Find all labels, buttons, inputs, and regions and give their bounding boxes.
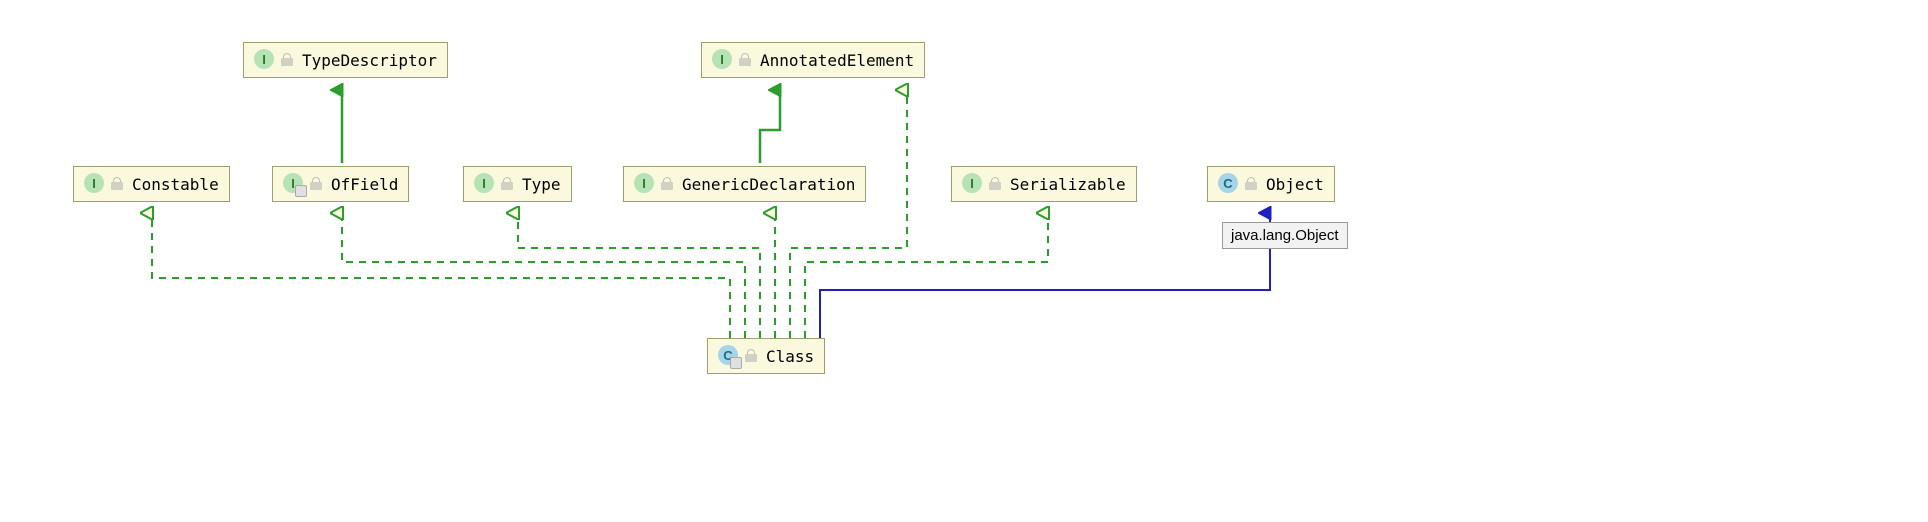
interface-icon: I <box>84 173 106 195</box>
node-label: Serializable <box>1010 175 1126 194</box>
node-type-descriptor[interactable]: I TypeDescriptor <box>243 42 448 78</box>
lock-icon <box>988 177 1002 191</box>
lock-icon <box>660 177 674 191</box>
interface-icon: I <box>283 173 305 195</box>
node-label: OfField <box>331 175 398 194</box>
node-of-field[interactable]: I OfField <box>272 166 409 202</box>
interface-icon: I <box>634 173 656 195</box>
interface-icon: I <box>962 173 984 195</box>
node-label: Type <box>522 175 561 194</box>
lock-icon <box>110 177 124 191</box>
tooltip-object-fqn: java.lang.Object <box>1222 222 1348 249</box>
interface-icon: I <box>712 49 734 71</box>
node-constable[interactable]: I Constable <box>73 166 230 202</box>
tooltip-text: java.lang.Object <box>1231 227 1339 244</box>
node-label: AnnotatedElement <box>760 51 914 70</box>
class-icon: C <box>1218 173 1240 195</box>
node-label: Constable <box>132 175 219 194</box>
lock-icon <box>309 177 323 191</box>
diagram-connectors <box>0 0 1928 522</box>
node-serializable[interactable]: I Serializable <box>951 166 1137 202</box>
node-object[interactable]: C Object <box>1207 166 1335 202</box>
interface-icon: I <box>254 49 276 71</box>
node-label: Class <box>766 347 814 366</box>
lock-icon <box>280 53 294 67</box>
node-annotated-element[interactable]: I AnnotatedElement <box>701 42 925 78</box>
lock-icon <box>738 53 752 67</box>
node-class[interactable]: C Class <box>707 338 825 374</box>
node-label: TypeDescriptor <box>302 51 437 70</box>
node-generic-declaration[interactable]: I GenericDeclaration <box>623 166 866 202</box>
node-type[interactable]: I Type <box>463 166 572 202</box>
interface-icon: I <box>474 173 496 195</box>
lock-icon <box>500 177 514 191</box>
node-label: GenericDeclaration <box>682 175 855 194</box>
lock-icon <box>1244 177 1258 191</box>
class-icon: C <box>718 345 740 367</box>
lock-icon <box>744 349 758 363</box>
node-label: Object <box>1266 175 1324 194</box>
